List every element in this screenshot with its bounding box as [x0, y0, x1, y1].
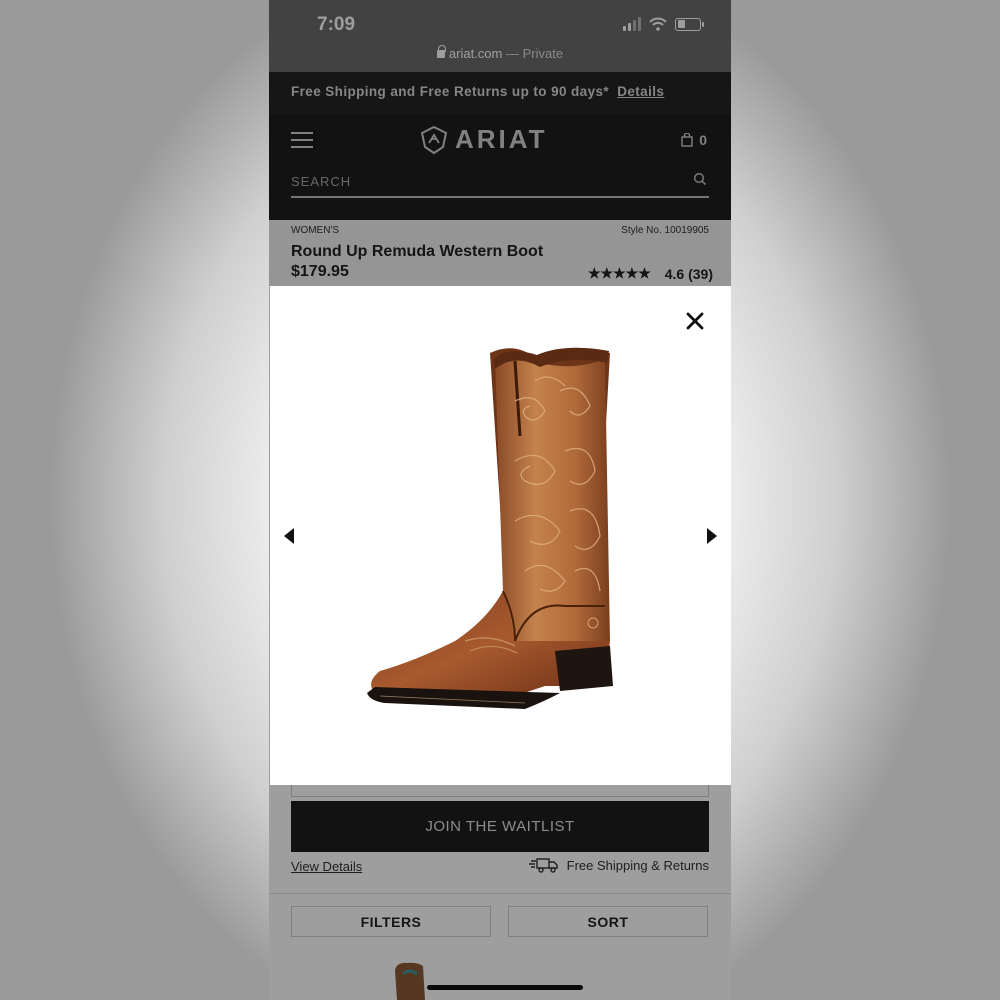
signal-icon — [623, 17, 641, 31]
home-indicator — [427, 985, 583, 990]
section-divider — [269, 893, 731, 894]
product-category: WOMEN'S — [291, 225, 340, 236]
view-details-link[interactable]: View Details — [291, 859, 362, 874]
rating-value: 4.6 (39) — [664, 265, 713, 282]
cart-count: 0 — [699, 132, 707, 148]
arrow-right-icon[interactable] — [705, 527, 719, 545]
promo-details-link[interactable]: Details — [617, 84, 664, 99]
product-name: Round Up Remuda Western Boot — [291, 243, 544, 260]
cart-button[interactable]: 0 — [681, 132, 707, 148]
style-number: Style No. 10019905 — [621, 225, 709, 236]
status-bar: 7:09 ariat.com — Private — [269, 0, 731, 72]
promo-banner: Free Shipping and Free Returns up to 90 … — [269, 72, 731, 114]
url-text: ariat.com — [448, 46, 503, 61]
site-header: ARIAT 0 — [269, 114, 731, 220]
delivery-truck-icon — [528, 858, 558, 873]
arrow-left-icon[interactable] — [282, 527, 296, 545]
product-price: $179.95 — [291, 263, 349, 280]
product-actions: JOIN THE WAITLIST View Details Free Ship… — [269, 785, 731, 1000]
ariat-horse-icon — [420, 125, 448, 154]
product-image — [367, 347, 613, 709]
size-field-edge — [291, 785, 709, 797]
product-rating[interactable]: ★★★★★ 4.6 (39) — [588, 265, 713, 282]
brand-name: ARIAT — [455, 124, 548, 154]
search-icon[interactable] — [693, 172, 707, 186]
promo-text: Free Shipping and Free Returns up to 90 … — [291, 84, 610, 99]
search-bar — [291, 168, 709, 198]
brand-logo[interactable]: ARIAT — [419, 124, 548, 155]
join-waitlist-button[interactable]: JOIN THE WAITLIST — [291, 801, 709, 852]
status-time: 7:09 — [317, 14, 356, 35]
shipping-text: Free Shipping & Returns — [566, 857, 709, 873]
sort-button[interactable]: SORT — [508, 906, 708, 937]
image-zoom-modal — [270, 286, 731, 785]
menu-icon[interactable] — [291, 132, 313, 148]
lock-icon — [436, 45, 446, 58]
search-input[interactable] — [291, 168, 681, 194]
product-header: WOMEN'S Style No. 10019905 Round Up Remu… — [269, 220, 731, 286]
filters-button[interactable]: FILTERS — [291, 906, 491, 937]
close-icon[interactable] — [685, 311, 705, 331]
battery-icon — [675, 17, 704, 31]
rating-stars: ★★★★★ — [587, 265, 651, 281]
status-icons — [623, 17, 704, 31]
address-bar[interactable]: ariat.com — Private — [269, 45, 731, 61]
shipping-info: Free Shipping & Returns — [528, 857, 709, 873]
shopping-bag-icon — [681, 133, 693, 147]
private-label: — Private — [506, 46, 564, 61]
boot-thumbnail[interactable] — [389, 960, 459, 1000]
wifi-icon — [649, 17, 667, 31]
